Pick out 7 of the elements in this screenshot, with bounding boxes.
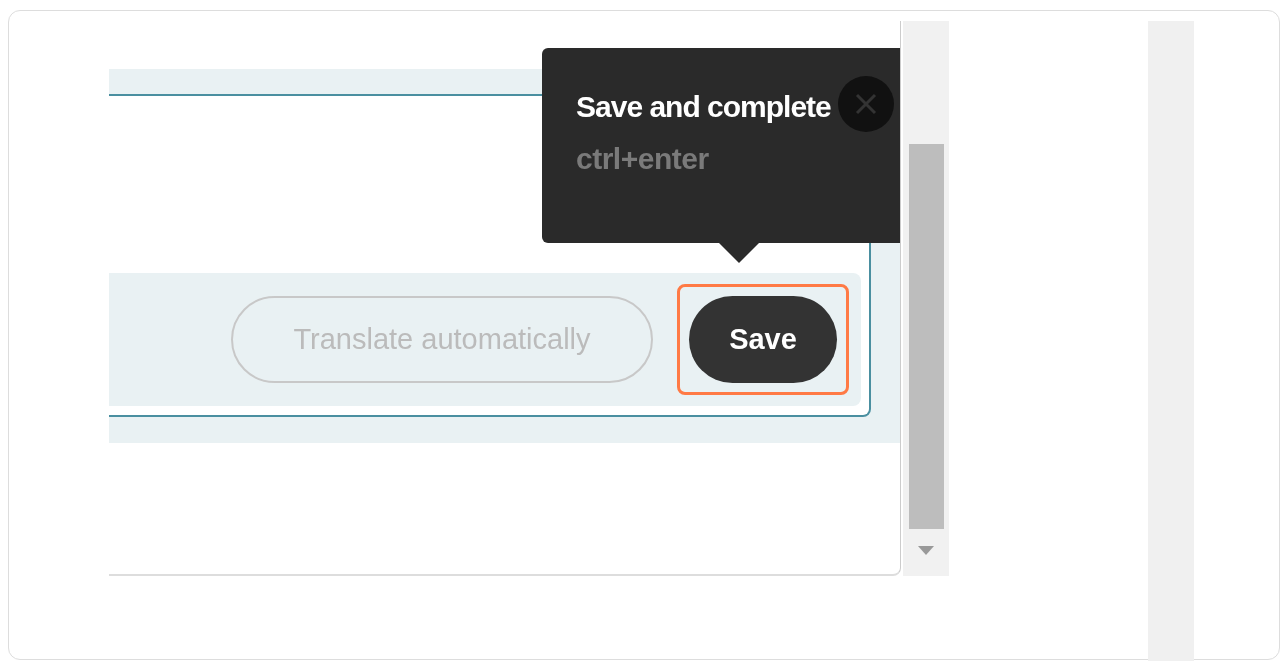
scrollbar[interactable] <box>903 21 949 576</box>
close-icon[interactable] <box>838 76 894 132</box>
shortcut-hint: ctrl+enter <box>576 142 710 176</box>
scroll-thumb[interactable] <box>909 144 944 529</box>
scroll-down-icon[interactable] <box>918 546 934 556</box>
tooltip-title: Save and complete <box>576 90 831 124</box>
action-button[interactable]: Save <box>689 296 837 383</box>
